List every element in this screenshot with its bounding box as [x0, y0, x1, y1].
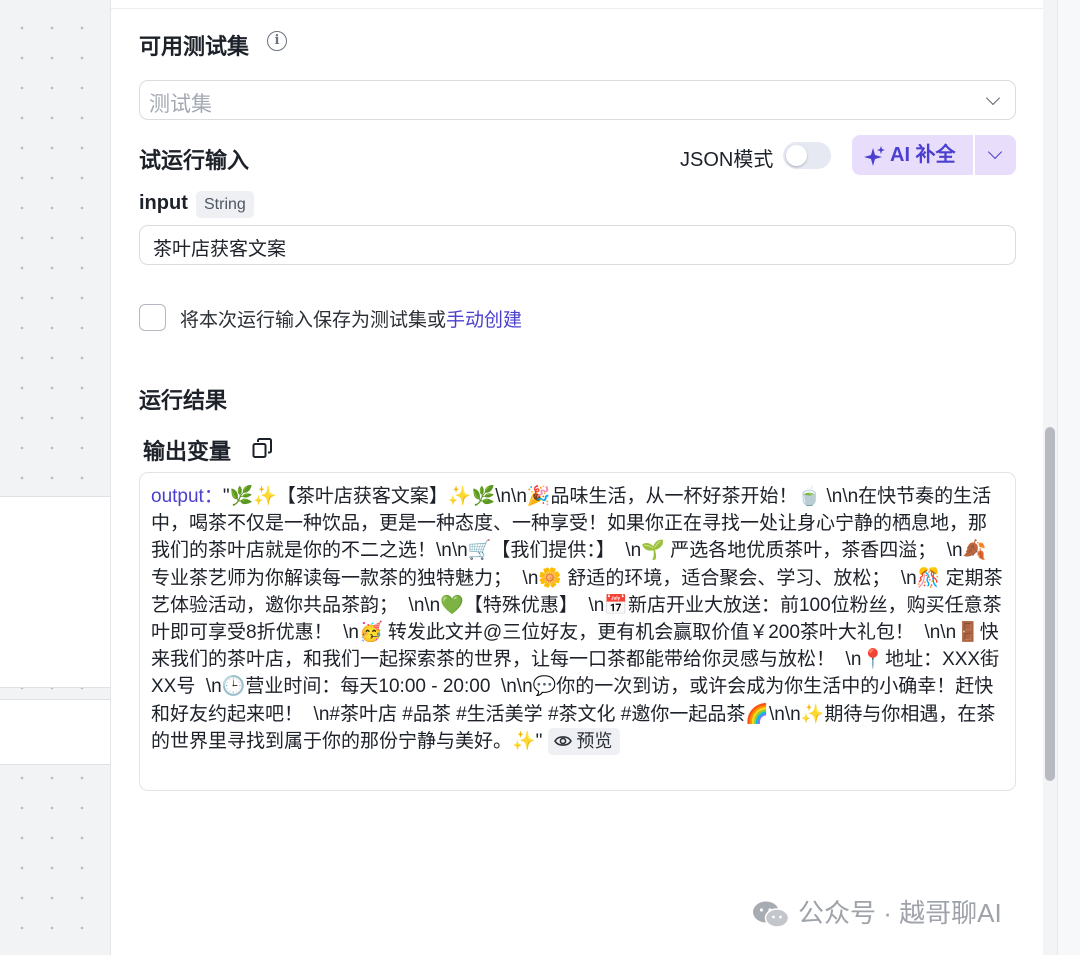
json-mode-label: JSON模式	[680, 149, 774, 171]
right-gutter	[1057, 0, 1080, 955]
trial-input-title: 试运行输入	[139, 148, 250, 173]
divider	[111, 8, 1046, 9]
info-icon[interactable]: i	[267, 31, 287, 51]
watermark: 公众号 · 越哥聊AI	[752, 893, 1002, 930]
ai-complete-button[interactable]: AI 补全	[852, 135, 973, 175]
output-var-label: 输出变量	[143, 439, 232, 464]
canvas-node-card[interactable]	[0, 699, 110, 765]
canvas-node-card[interactable]	[0, 496, 110, 688]
preview-label: 预览	[576, 731, 613, 752]
input-field-name: input	[139, 192, 188, 214]
copy-icon[interactable]	[251, 437, 273, 459]
manual-create-link[interactable]: 手动创建	[446, 310, 522, 331]
wechat-icon	[753, 901, 790, 928]
input-value-field[interactable]: 茶叶店获客文案	[139, 225, 1016, 265]
output-value: "🌿✨【茶叶店获客文案】✨🌿\n\n🎉品味生活，从一杯好茶开始！🍵 \n\n在快…	[151, 486, 1003, 752]
ai-complete-label: AI 补全	[890, 144, 956, 166]
output-text: output："🌿✨【茶叶店获客文案】✨🌿\n\n🎉品味生活，从一杯好茶开始！🍵…	[151, 483, 1004, 756]
chevron-down-icon	[985, 90, 1001, 106]
result-title: 运行结果	[139, 388, 228, 413]
testset-placeholder: 测试集	[149, 93, 212, 116]
preview-button[interactable]: 预览	[548, 728, 621, 756]
chevron-down-icon	[987, 144, 1003, 160]
sparkle-icon	[864, 135, 886, 188]
testset-title: 可用测试集	[139, 34, 250, 59]
ai-complete-dropdown[interactable]	[975, 135, 1016, 175]
testset-select[interactable]: 测试集	[139, 80, 1016, 120]
output-key: output：	[151, 486, 223, 507]
save-testset-label: 将本次运行输入保存为测试集或手动创建	[180, 305, 522, 332]
input-value-text: 茶叶店获客文案	[153, 239, 287, 260]
save-testset-checkbox[interactable]	[139, 304, 166, 331]
save-testset-text: 将本次运行输入保存为测试集或	[180, 310, 447, 331]
output-box: output："🌿✨【茶叶店获客文案】✨🌿\n\n🎉品味生活，从一杯好茶开始！🍵…	[139, 472, 1016, 791]
scrollbar-thumb[interactable]	[1045, 427, 1055, 781]
eye-icon	[554, 736, 573, 747]
toggle-knob	[786, 145, 807, 166]
input-type-tag: String	[196, 191, 254, 218]
watermark-text: 公众号 · 越哥聊AI	[798, 898, 1002, 928]
json-mode-toggle[interactable]	[783, 142, 831, 169]
